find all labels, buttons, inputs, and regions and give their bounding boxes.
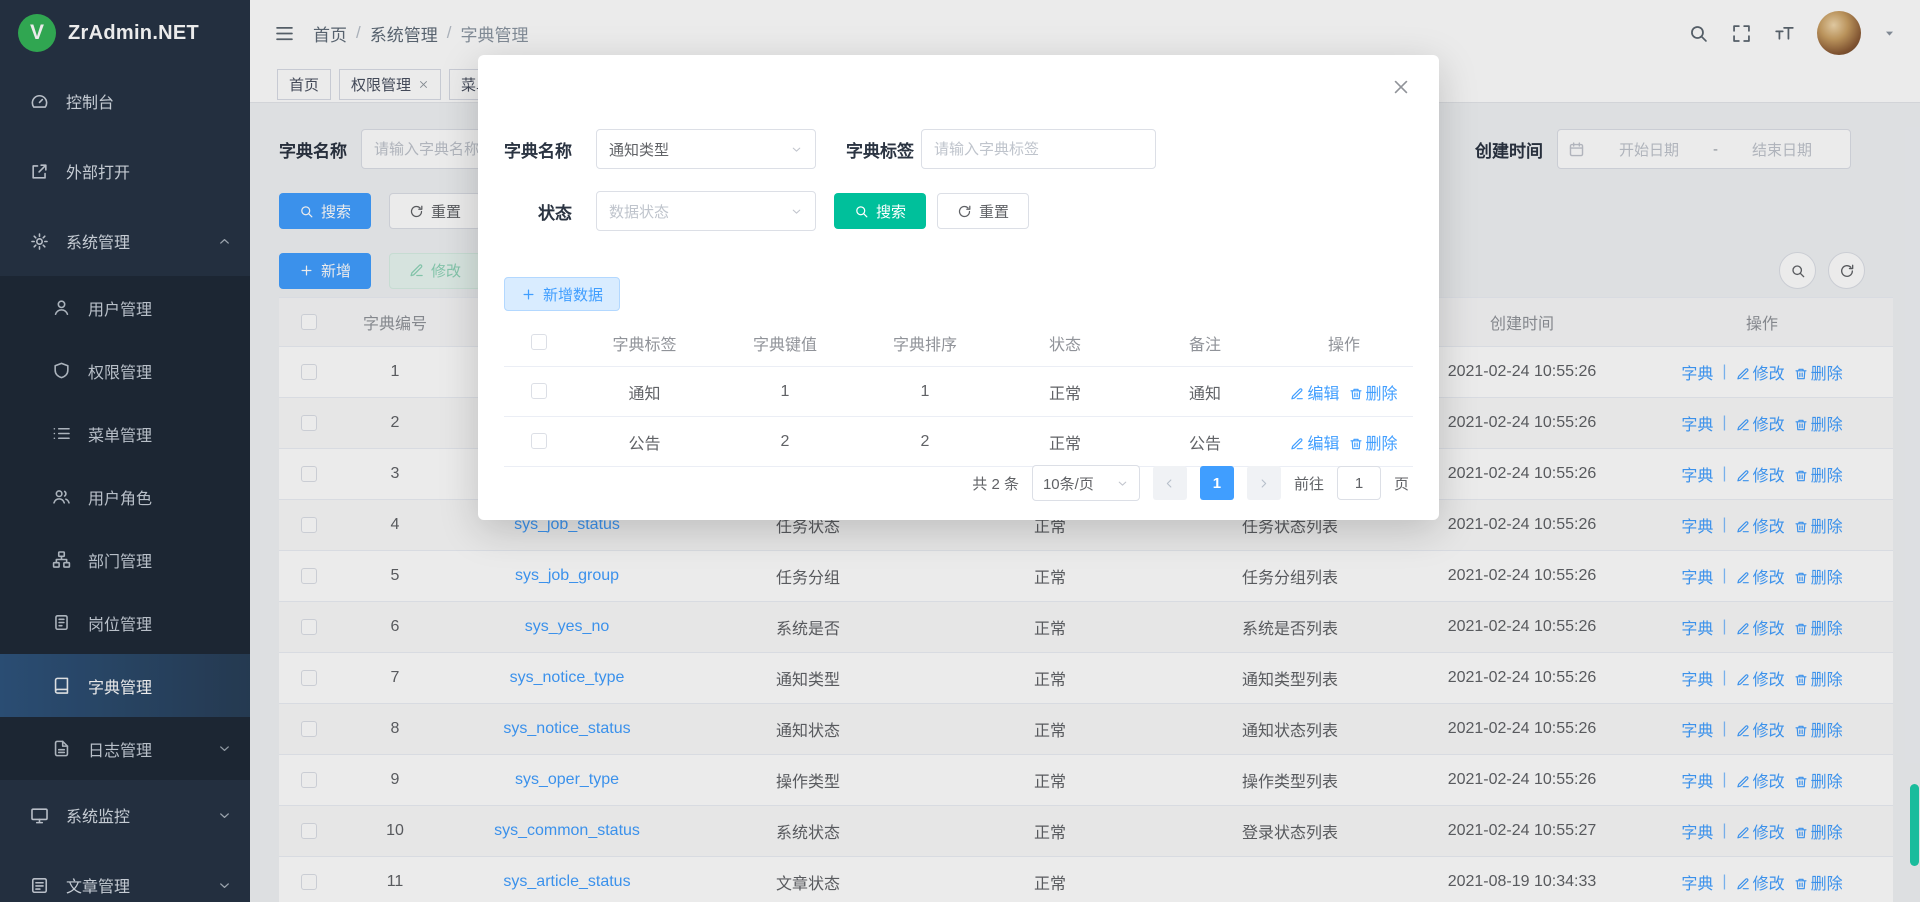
add-data-button[interactable]: 新增数据 xyxy=(504,277,620,311)
row-checkbox[interactable] xyxy=(531,433,547,449)
select-all-checkbox[interactable] xyxy=(531,334,547,350)
arrow-right-icon xyxy=(1257,477,1270,490)
chevron-down-icon xyxy=(1116,477,1129,490)
cell-status: 正常 xyxy=(995,430,1135,454)
chevron-down-icon xyxy=(790,205,803,218)
jump-suffix: 页 xyxy=(1394,473,1409,494)
page-size-value: 10条/页 xyxy=(1043,473,1094,494)
status-select[interactable]: 数据状态 xyxy=(596,191,816,231)
refresh-icon xyxy=(957,204,972,219)
jump-prefix: 前往 xyxy=(1294,473,1324,494)
next-page-button[interactable] xyxy=(1247,466,1281,500)
cell-remark: 通知 xyxy=(1135,380,1275,404)
dialog-dict-label-label: 字典标签 xyxy=(846,137,913,162)
pagination: 共 2 条 10条/页 1 前往 页 xyxy=(504,463,1409,503)
column-header: 字典排序 xyxy=(855,331,995,355)
cell-label: 通知 xyxy=(574,380,715,404)
dialog-dict-name-label: 字典名称 xyxy=(478,137,572,162)
dialog-search-button-label: 搜索 xyxy=(876,201,906,222)
close-icon[interactable] xyxy=(1391,77,1411,97)
arrow-left-icon xyxy=(1163,477,1176,490)
edit-link[interactable]: 编辑 xyxy=(1290,380,1339,404)
column-header: 字典键值 xyxy=(715,331,855,355)
cell-remark: 公告 xyxy=(1135,430,1275,454)
chevron-down-icon xyxy=(790,143,803,156)
delete-link[interactable]: 删除 xyxy=(1349,380,1398,404)
cell-value: 1 xyxy=(715,383,855,401)
scrollbar-thumb[interactable] xyxy=(1910,784,1919,866)
column-header: 操作 xyxy=(1275,331,1413,355)
cell-value: 2 xyxy=(715,433,855,451)
cell-sort: 1 xyxy=(855,383,995,401)
dialog-table-header-row: 字典标签字典键值字典排序状态备注操作 xyxy=(504,319,1413,367)
dialog-table-row: 通知11正常通知编辑删除 xyxy=(504,367,1413,417)
current-page[interactable]: 1 xyxy=(1200,466,1234,500)
dialog-status-label: 状态 xyxy=(478,199,572,224)
select-all-cell xyxy=(504,334,574,352)
dict-name-select[interactable]: 通知类型 xyxy=(596,129,816,169)
page-size-select[interactable]: 10条/页 xyxy=(1032,465,1140,501)
cell-label: 公告 xyxy=(574,430,715,454)
dialog-reset-button-label: 重置 xyxy=(979,201,1009,222)
column-header: 字典标签 xyxy=(574,331,715,355)
edit-icon xyxy=(1290,437,1304,451)
add-data-button-label: 新增数据 xyxy=(543,284,603,305)
checkbox-cell xyxy=(504,383,574,401)
edit-link-label: 编辑 xyxy=(1307,386,1339,403)
edit-link[interactable]: 编辑 xyxy=(1290,430,1339,454)
dialog-form-row-1: 字典名称 通知类型 字典标签 xyxy=(478,129,1439,169)
dict-name-select-value: 通知类型 xyxy=(609,139,669,160)
column-header: 备注 xyxy=(1135,331,1275,355)
search-icon xyxy=(854,204,869,219)
cell-actions: 编辑 删除 xyxy=(1275,380,1413,404)
row-checkbox[interactable] xyxy=(531,383,547,399)
delete-link[interactable]: 删除 xyxy=(1349,430,1398,454)
plus-icon xyxy=(521,287,536,302)
cell-sort: 2 xyxy=(855,433,995,451)
app-root: V ZrAdmin.NET 控制台外部打开系统管理用户管理权限管理菜单管理用户角… xyxy=(0,0,1920,902)
trash-icon xyxy=(1349,387,1363,401)
dialog-form-row-2: 状态 数据状态 搜索 重置 xyxy=(478,191,1439,231)
cell-actions: 编辑 删除 xyxy=(1275,430,1413,454)
jump-page-input[interactable] xyxy=(1337,466,1381,500)
checkbox-cell xyxy=(504,433,574,451)
dialog-reset-button[interactable]: 重置 xyxy=(937,193,1029,229)
status-select-placeholder: 数据状态 xyxy=(609,201,669,222)
delete-link-label: 删除 xyxy=(1366,386,1398,403)
prev-page-button[interactable] xyxy=(1153,466,1187,500)
trash-icon xyxy=(1349,437,1363,451)
column-header: 状态 xyxy=(995,331,1135,355)
dict-data-table: 字典标签字典键值字典排序状态备注操作通知11正常通知编辑删除公告22正常公告编辑… xyxy=(504,319,1413,467)
cell-status: 正常 xyxy=(995,380,1135,404)
pagination-total: 共 2 条 xyxy=(972,473,1019,494)
dict-label-input[interactable] xyxy=(921,129,1156,169)
dict-data-dialog: 字典名称 通知类型 字典标签 状态 数据状态 搜索 重置 xyxy=(478,55,1439,520)
dialog-table-row: 公告22正常公告编辑删除 xyxy=(504,417,1413,467)
dialog-search-button[interactable]: 搜索 xyxy=(834,193,926,229)
delete-link-label: 删除 xyxy=(1366,436,1398,453)
edit-link-label: 编辑 xyxy=(1307,436,1339,453)
edit-icon xyxy=(1290,387,1304,401)
